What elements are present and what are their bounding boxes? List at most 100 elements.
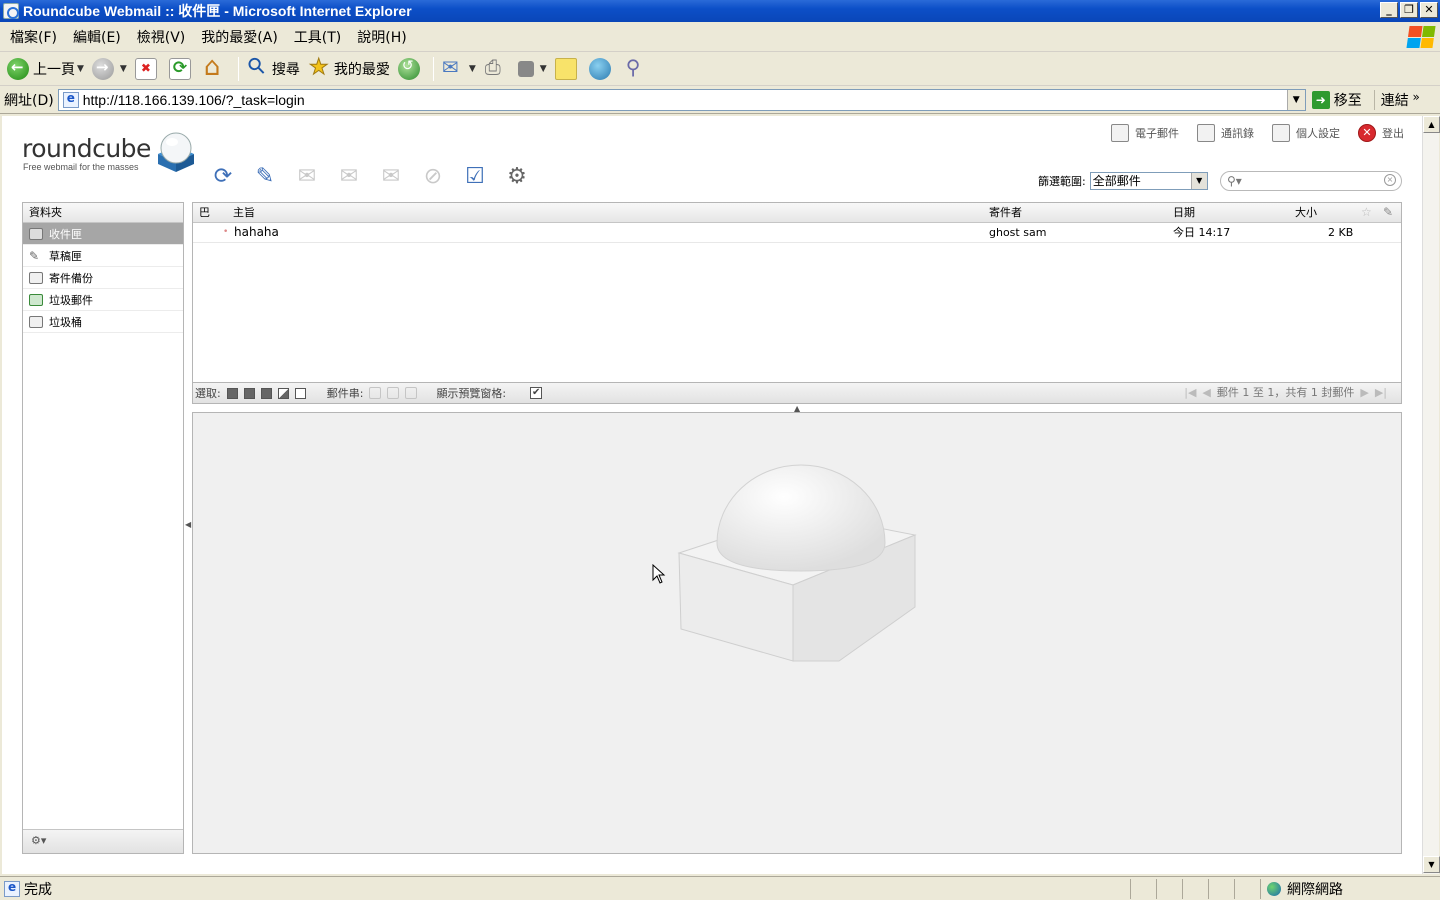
task-mail[interactable]: 電子郵件	[1111, 124, 1179, 142]
size-column-header[interactable]: 大小	[1295, 203, 1317, 223]
forward-button[interactable]: ▼	[89, 55, 130, 83]
mail-download-icon	[1111, 124, 1129, 142]
prev-page-icon[interactable]: ◀	[1202, 383, 1210, 403]
select-unread-icon[interactable]	[260, 387, 272, 399]
print-button[interactable]	[481, 55, 513, 83]
menu-file[interactable]: 檔案(F)	[4, 27, 63, 47]
compose-button[interactable]: ✎	[250, 162, 280, 192]
menu-view[interactable]: 檢視(V)	[131, 27, 192, 47]
threads-label: 郵件串:	[326, 387, 364, 400]
window-titlebar: Roundcube Webmail :: 收件匣 - Microsoft Int…	[0, 0, 1440, 22]
menu-favorites[interactable]: 我的最愛(A)	[195, 27, 284, 47]
preview-pane-checkbox[interactable]: ✔	[530, 387, 543, 399]
menu-tools[interactable]: 工具(T)	[288, 27, 347, 47]
window-controls: _ ❐ ✕	[1380, 2, 1438, 18]
messenger-icon	[588, 57, 611, 80]
task-settings[interactable]: 個人設定	[1272, 124, 1340, 142]
forward-mail-button[interactable]: ✉	[376, 162, 406, 192]
folder-inbox[interactable]: 收件匣	[23, 223, 183, 245]
quick-search[interactable]: ⚲▾ ×	[1220, 171, 1402, 191]
expand-all-icon[interactable]	[369, 387, 382, 399]
edit-dropdown-icon[interactable]: ▼	[540, 64, 547, 74]
go-button[interactable]: ➜ 移至	[1311, 90, 1362, 110]
expand-unread-icon[interactable]	[387, 387, 400, 399]
folder-actions-button[interactable]: ⚙▾	[23, 829, 183, 853]
last-page-icon[interactable]: ▶|	[1375, 383, 1387, 403]
reply-button[interactable]: ✉	[292, 162, 322, 192]
refresh-button[interactable]	[166, 55, 198, 83]
select-all-icon[interactable]	[226, 387, 238, 399]
links-button[interactable]: 連結	[1373, 89, 1420, 110]
back-button[interactable]: 上一頁 ▼	[4, 55, 87, 83]
windows-logo-icon	[1406, 26, 1436, 48]
task-addressbook[interactable]: 通訊錄	[1197, 124, 1254, 142]
filter-select[interactable]: 全部郵件 ▼	[1089, 172, 1208, 190]
task-logout[interactable]: ✕ 登出	[1358, 124, 1404, 142]
folder-trash[interactable]: 垃圾桶	[23, 311, 183, 333]
mail-button[interactable]: ▼	[438, 55, 479, 83]
logout-icon: ✕	[1358, 124, 1376, 142]
folder-list-title: 資料夾	[23, 203, 183, 223]
attachment-column-icon[interactable]: ✎	[1383, 203, 1393, 223]
folder-label: 垃圾郵件	[49, 293, 93, 307]
menu-help[interactable]: 說明(H)	[351, 27, 412, 47]
message-row[interactable]: • hahaha ghost sam 今日 14:17 2 KB	[193, 223, 1401, 243]
research-button[interactable]	[620, 55, 652, 83]
select-page-icon[interactable]	[243, 387, 255, 399]
filter-selected: 全部郵件	[1092, 174, 1141, 188]
folder-junk[interactable]: 垃圾郵件	[23, 289, 183, 311]
pager: |◀ ◀ 郵件 1 至 1，共有 1 封郵件 ▶ ▶|	[1184, 383, 1387, 403]
restore-button[interactable]: ❐	[1400, 2, 1418, 18]
forward-arrow-icon	[91, 57, 114, 80]
first-page-icon[interactable]: |◀	[1184, 383, 1196, 403]
menu-edit[interactable]: 編輯(E)	[67, 27, 127, 47]
delete-button[interactable]: ⊘	[418, 162, 448, 192]
close-button[interactable]: ✕	[1420, 2, 1438, 18]
favorites-button[interactable]: 我的最愛	[305, 55, 393, 83]
threads-column-header[interactable]: 巴	[199, 203, 210, 223]
sent-icon	[29, 271, 43, 284]
folder-drafts[interactable]: ✎ 草稿匣	[23, 245, 183, 267]
search-icon: ⚲▾	[1227, 174, 1242, 188]
message-list-footer: 選取: 郵件串: 顯示預覽窗格: ✔ |◀ ◀ 郵件 1 至 1，共有 1 封郵…	[192, 382, 1402, 404]
select-invert-icon[interactable]	[277, 387, 289, 399]
history-button[interactable]	[395, 55, 427, 83]
page-scrollbar[interactable]: ▲ ▼	[1422, 116, 1440, 874]
edit-button[interactable]: ▼	[515, 55, 550, 83]
subject-column-header[interactable]: 主旨	[233, 203, 255, 223]
status-bar: 完成 網際網路	[0, 876, 1440, 900]
reply-all-button[interactable]: ✉	[334, 162, 364, 192]
vertical-splitter[interactable]: ◀	[185, 520, 191, 529]
scroll-up-icon[interactable]: ▲	[1423, 116, 1440, 133]
folder-label: 寄件備份	[49, 271, 93, 285]
date-column-header[interactable]: 日期	[1173, 203, 1195, 223]
folder-list: 資料夾 收件匣 ✎ 草稿匣 寄件備份 垃圾郵件 垃圾桶 ⚙▾	[22, 202, 184, 854]
toolbar-separator	[432, 56, 434, 81]
message-size: 2 KB	[1328, 226, 1354, 239]
check-mail-button[interactable]: ⟳	[208, 162, 238, 192]
zone-label: 網際網路	[1287, 881, 1343, 898]
home-button[interactable]	[200, 52, 232, 83]
minimize-button[interactable]: _	[1380, 2, 1398, 18]
stop-button[interactable]	[132, 55, 164, 83]
scroll-down-icon[interactable]: ▼	[1423, 856, 1440, 873]
mail-dropdown-icon[interactable]: ▼	[469, 64, 476, 74]
ie-toolbar: 上一頁 ▼ ▼ 搜尋 我的最愛 ▼ ▼	[0, 52, 1440, 86]
reset-search-icon[interactable]: ×	[1384, 174, 1396, 186]
search-button[interactable]: 搜尋	[243, 55, 303, 83]
back-dropdown-icon[interactable]: ▼	[77, 64, 84, 74]
select-none-icon[interactable]	[294, 387, 306, 399]
more-actions-button[interactable]: ⚙	[502, 162, 532, 192]
folder-sent[interactable]: 寄件備份	[23, 267, 183, 289]
message-subject[interactable]: hahaha	[234, 223, 279, 243]
mark-button[interactable]: ☑	[460, 162, 490, 192]
collapse-all-icon[interactable]	[405, 387, 418, 399]
notes-button[interactable]	[552, 55, 584, 83]
next-page-icon[interactable]: ▶	[1360, 383, 1368, 403]
flag-column-icon[interactable]: ☆	[1361, 203, 1372, 223]
from-column-header[interactable]: 寄件者	[989, 203, 1022, 223]
forward-dropdown-icon[interactable]: ▼	[120, 64, 127, 74]
messenger-button[interactable]	[586, 55, 618, 83]
address-input[interactable]	[82, 91, 1283, 108]
address-dropdown-icon[interactable]: ▼	[1286, 89, 1305, 110]
